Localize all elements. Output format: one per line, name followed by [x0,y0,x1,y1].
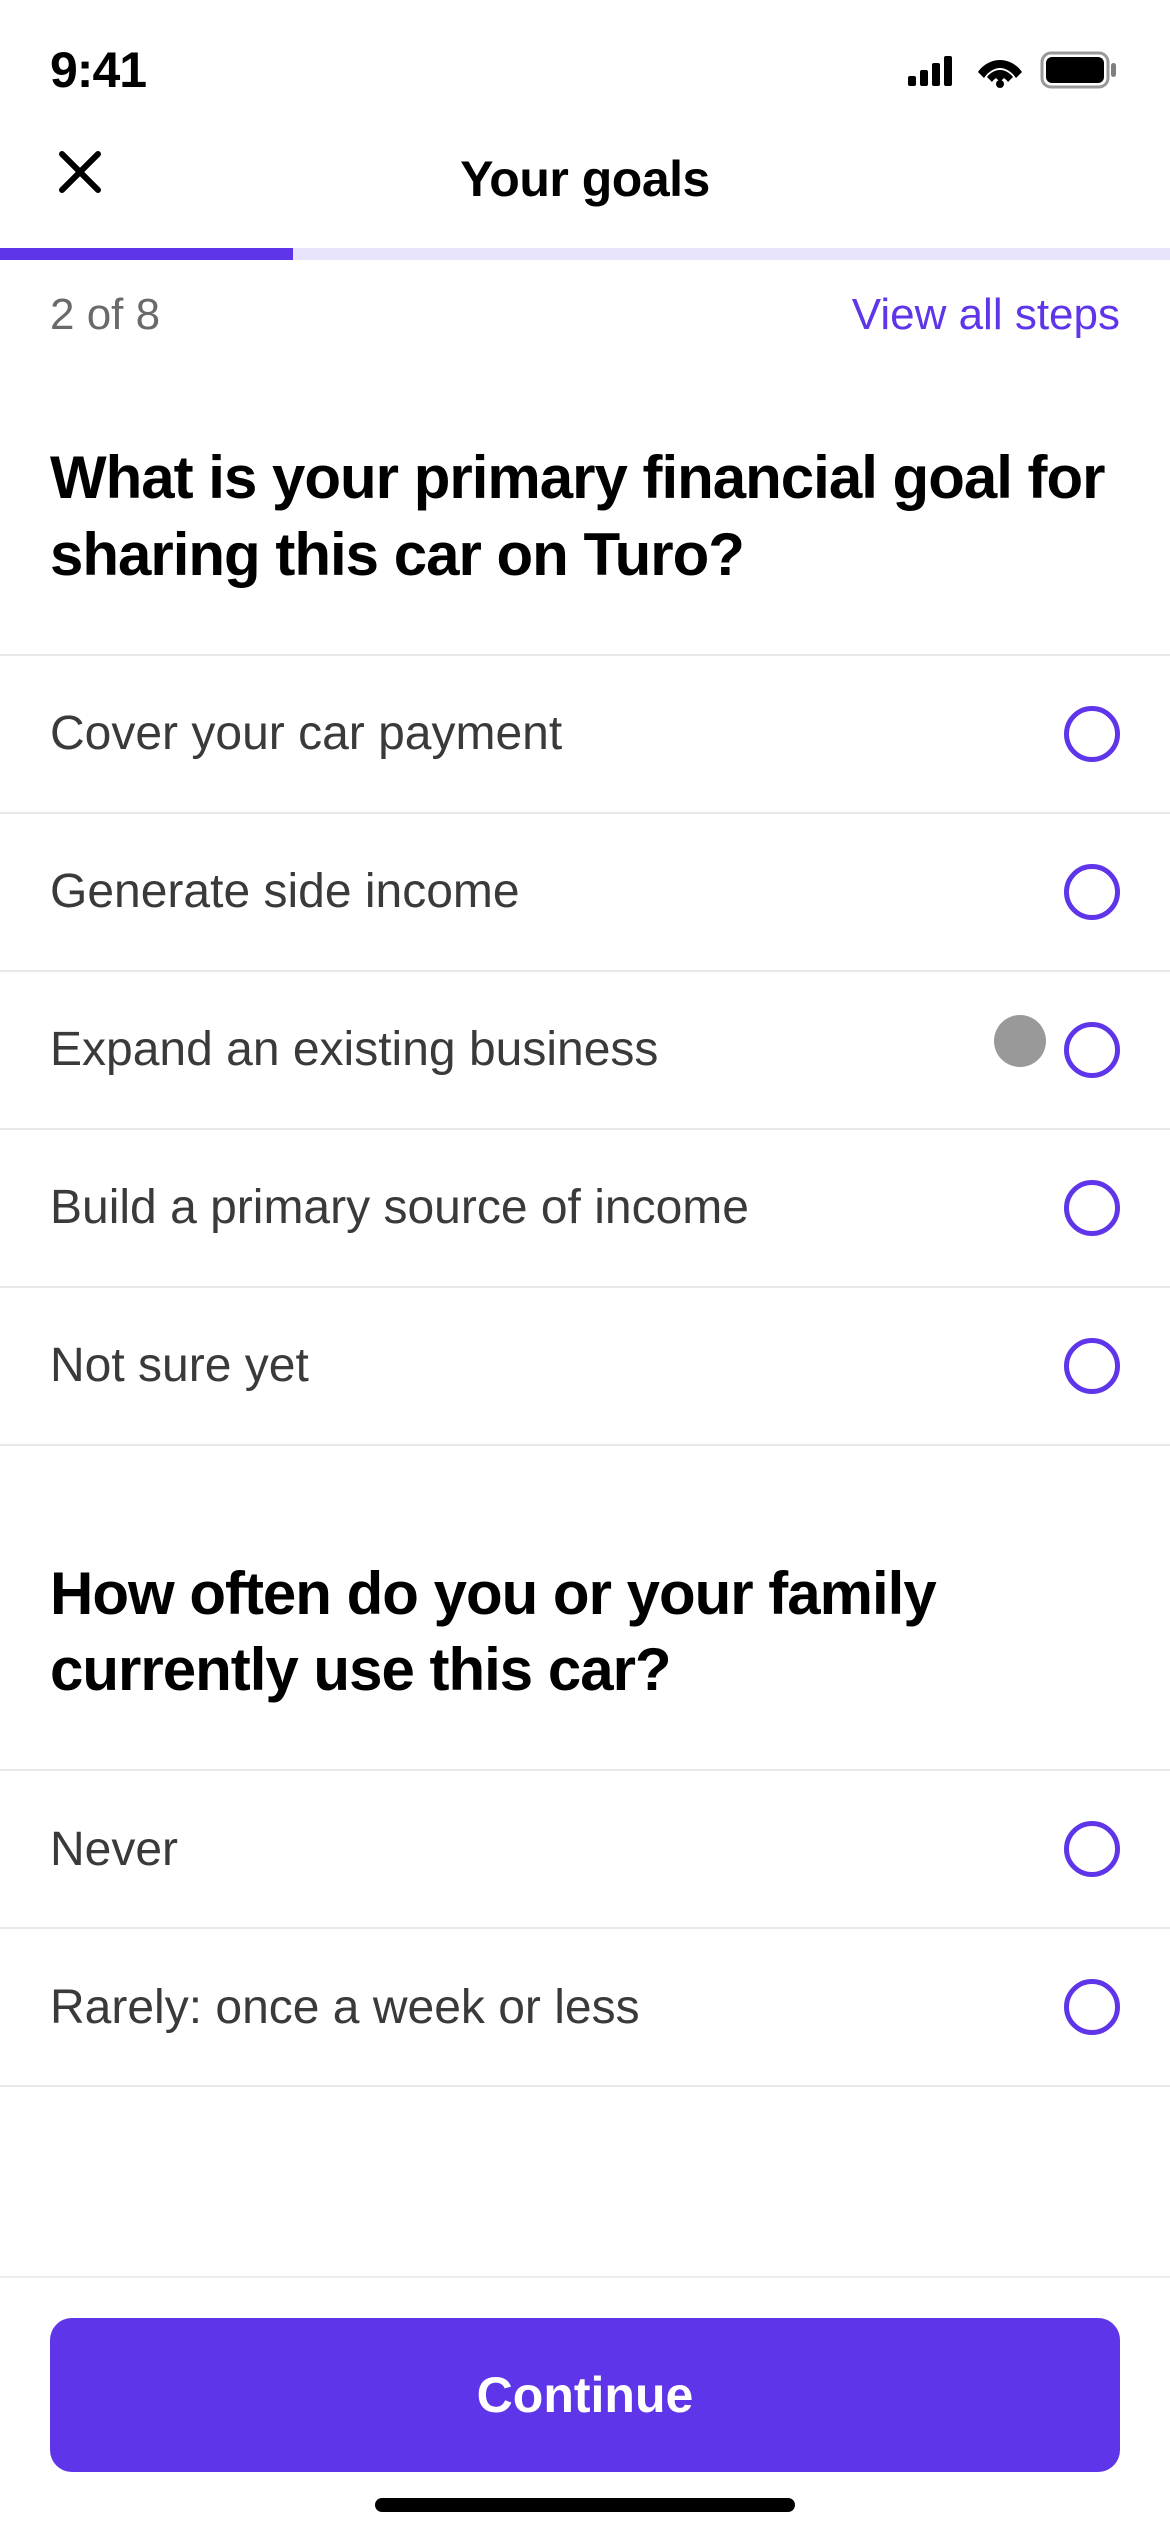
radio-icon [1064,706,1120,762]
progress-fill [0,248,293,260]
radio-icon [1064,1180,1120,1236]
option-label: Expand an existing business [50,1022,658,1077]
radio-icon [1064,1022,1120,1078]
status-icons [908,51,1120,89]
close-icon [56,148,104,196]
option-side-income[interactable]: Generate side income [0,812,1170,970]
option-label: Rarely: once a week or less [50,1980,640,2035]
view-all-steps-link[interactable]: View all steps [852,290,1120,340]
battery-icon [1040,51,1120,89]
nav-header: Your goals [0,130,1170,248]
option-label: Build a primary source of income [50,1180,749,1235]
option-rarely[interactable]: Rarely: once a week or less [0,1927,1170,2087]
option-primary-income[interactable]: Build a primary source of income [0,1128,1170,1286]
radio-icon [1064,1979,1120,2035]
status-time: 9:41 [50,41,146,99]
content: What is your primary financial goal for … [0,380,1170,2087]
question-1-text: What is your primary financial goal for … [0,380,1170,654]
option-not-sure[interactable]: Not sure yet [0,1286,1170,1446]
option-label: Never [50,1822,178,1877]
option-label: Cover your car payment [50,706,562,761]
close-button[interactable] [50,142,110,202]
cellular-icon [908,54,960,86]
radio-icon [1064,1338,1120,1394]
radio-icon [1064,864,1120,920]
status-bar: 9:41 [0,0,1170,130]
wifi-icon [976,52,1024,88]
option-label: Generate side income [50,864,520,919]
step-row: 2 of 8 View all steps [0,260,1170,380]
option-never[interactable]: Never [0,1769,1170,1927]
continue-button[interactable]: Continue [50,2318,1120,2472]
question-2-block: How often do you or your family currentl… [0,1446,1170,2088]
question-1-block: What is your primary financial goal for … [0,380,1170,1446]
home-indicator[interactable] [375,2498,795,2512]
footer: Continue [0,2276,1170,2532]
option-label: Not sure yet [50,1338,309,1393]
question-2-text: How often do you or your family currentl… [0,1446,1170,1770]
cursor-indicator [994,1015,1046,1067]
option-cover-payment[interactable]: Cover your car payment [0,654,1170,812]
progress-bar [0,248,1170,260]
radio-icon [1064,1821,1120,1877]
page-title: Your goals [460,150,710,208]
step-count-label: 2 of 8 [50,290,160,340]
